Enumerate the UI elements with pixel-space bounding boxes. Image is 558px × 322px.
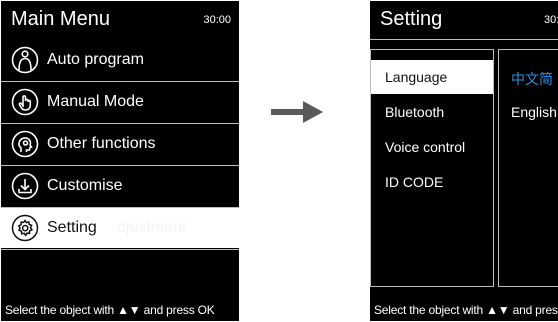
language-options-panel: 中文简 English bbox=[498, 49, 558, 287]
header-divider bbox=[370, 39, 558, 40]
timer-display: 30: bbox=[544, 14, 558, 26]
triangle-right-icon bbox=[483, 70, 489, 80]
timer-display: 30:00 bbox=[203, 14, 231, 26]
option-bluetooth[interactable]: Bluetooth bbox=[371, 95, 493, 129]
menu-item-manual-mode[interactable]: Manual Mode bbox=[1, 82, 239, 122]
menu-item-label: Other functions bbox=[47, 135, 156, 152]
gear-icon bbox=[11, 214, 39, 242]
menu-item-label: Setting bbox=[47, 219, 97, 236]
option-language[interactable]: Language bbox=[371, 60, 493, 94]
option-label: Language bbox=[385, 69, 448, 85]
menu-item-customise[interactable]: Customise bbox=[1, 166, 239, 206]
menu-item-other-functions[interactable]: Other functions bbox=[1, 124, 239, 164]
option-voice-control[interactable]: Voice control bbox=[371, 130, 493, 164]
body-silhouette-icon bbox=[11, 46, 39, 74]
language-option-chinese[interactable]: 中文简 bbox=[511, 69, 553, 89]
main-menu-screen: Main Menu 30:00 Auto program Manual Mode bbox=[1, 1, 239, 321]
menu-item-auto-program[interactable]: Auto program bbox=[1, 40, 239, 80]
main-menu-title: Main Menu bbox=[11, 8, 110, 30]
download-icon bbox=[11, 172, 39, 200]
right-arrow-icon bbox=[271, 101, 323, 123]
footer-hint: Select the object with ▲▼ and press OK bbox=[5, 303, 215, 317]
faded-text: djustment bbox=[117, 219, 187, 236]
menu-item-label: Manual Mode bbox=[47, 93, 144, 110]
main-menu-header: Main Menu 30:00 bbox=[1, 1, 239, 39]
language-option-english[interactable]: English bbox=[511, 104, 557, 120]
setting-screen: Setting 30: Language Bluetooth Voice con… bbox=[370, 1, 558, 321]
menu-item-label: Auto program bbox=[47, 51, 144, 68]
setting-options-panel: Language Bluetooth Voice control ID CODE bbox=[370, 49, 494, 287]
hand-icon bbox=[11, 88, 39, 116]
option-id-code[interactable]: ID CODE bbox=[371, 165, 493, 199]
footer-hint: Select the object with ▲▼ and press O bbox=[374, 303, 558, 317]
menu-item-setting[interactable]: Setting djustment bbox=[1, 208, 239, 248]
option-label: ID CODE bbox=[385, 174, 444, 190]
option-label: Bluetooth bbox=[385, 104, 445, 120]
setting-header: Setting 30: bbox=[370, 1, 558, 39]
menu-item-label: Customise bbox=[47, 177, 123, 194]
divider bbox=[1, 249, 239, 250]
setting-title: Setting bbox=[380, 8, 443, 30]
head-profile-icon bbox=[11, 130, 39, 158]
option-label: Voice control bbox=[385, 139, 466, 155]
